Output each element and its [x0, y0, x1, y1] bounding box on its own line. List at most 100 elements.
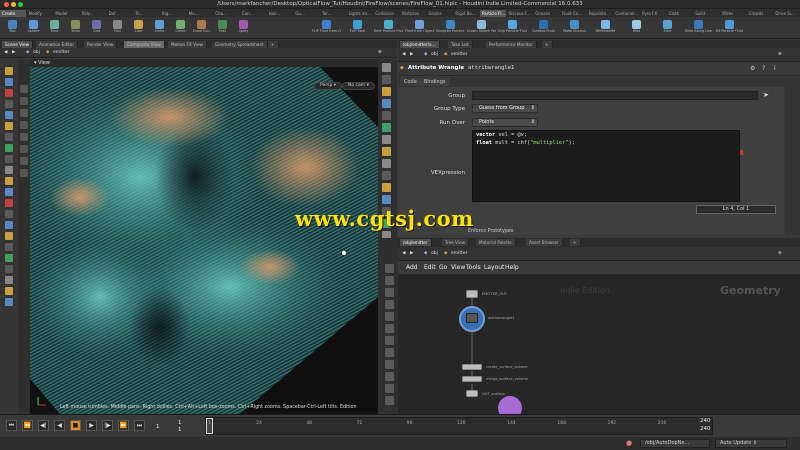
shelf-tab[interactable]: Ter... — [320, 10, 346, 17]
viewport-tool-icon[interactable] — [5, 276, 13, 284]
shelf-tab[interactable]: Grains — [427, 10, 453, 17]
next-key-button[interactable]: ⏩ — [118, 420, 129, 431]
select-tool-icon[interactable] — [20, 133, 28, 141]
vex-code-editor[interactable]: vector vel = @v; float mult = chf("multi… — [472, 130, 740, 202]
group-field[interactable] — [472, 91, 758, 100]
shelf-tab[interactable]: Viscous F... — [507, 10, 533, 17]
network-tool-icon[interactable] — [385, 372, 394, 381]
add-tab-icon[interactable]: + — [570, 239, 581, 246]
jump-start-button[interactable]: ⏮ — [6, 420, 17, 431]
path-obj[interactable]: obj — [431, 52, 438, 58]
shelf-tool[interactable]: Whitewater — [591, 19, 620, 38]
pin-icon[interactable]: ⊕ — [778, 251, 782, 257]
back-icon[interactable]: ◀ — [402, 52, 405, 58]
network-tool-icon[interactable] — [385, 276, 394, 285]
viewport-tool-icon[interactable] — [5, 254, 13, 262]
help-icon[interactable]: ? — [762, 65, 765, 72]
tab-bindings[interactable]: Bindings — [420, 78, 450, 86]
scene-viewport[interactable]: Persp ▾ No cam ▾ Left mouse tumbles. Mid… — [30, 67, 378, 414]
shelf-tab[interactable]: Modify — [27, 10, 53, 17]
network-menu-item[interactable]: Tools — [466, 264, 481, 271]
shelf-tab[interactable]: Te... — [133, 10, 159, 17]
shelf-tab[interactable]: Wires — [720, 10, 746, 17]
viewport-tool-icon[interactable] — [5, 298, 13, 306]
forward-icon[interactable]: ▶ — [12, 50, 15, 56]
network-tool-icon[interactable] — [385, 312, 394, 321]
pane-tab[interactable]: Motion FX View — [168, 41, 208, 48]
select-tool-icon[interactable] — [20, 85, 28, 93]
shelf-tool[interactable]: Fluid from Objects — [405, 19, 434, 38]
pane-tab[interactable]: Material Palette — [476, 239, 516, 246]
select-tool-icon[interactable] — [20, 145, 28, 153]
select-tool-icon[interactable] — [20, 157, 28, 165]
display-option-icon[interactable] — [382, 171, 391, 180]
end-frame[interactable]: 240 — [700, 417, 711, 425]
shelf-tab[interactable]: Drive Si... — [773, 10, 799, 17]
current-frame[interactable]: 1 — [178, 420, 182, 426]
viewport-tool-icon[interactable] — [5, 100, 13, 108]
path-emitter[interactable]: emitter — [451, 251, 468, 257]
prev-key-button[interactable]: ⏪ — [22, 420, 33, 431]
select-tool-icon[interactable] — [20, 121, 28, 129]
viewport-tool-icon[interactable] — [5, 144, 13, 152]
display-option-icon[interactable] — [382, 63, 391, 72]
node-name-field[interactable]: attribwrangle1 — [468, 65, 514, 71]
shelf-tab[interactable]: Lights an... — [347, 10, 373, 17]
viewport-tool-icon[interactable] — [5, 265, 13, 273]
shelf-tool[interactable]: Emit Particle Fluid — [374, 19, 403, 38]
path-obj[interactable]: obj — [33, 50, 40, 56]
no-cam-button[interactable]: No cam ▾ — [342, 82, 375, 90]
viewport-tool-icon[interactable] — [5, 287, 13, 295]
viewport-tool-icon[interactable] — [5, 199, 13, 207]
back-icon[interactable]: ◀ — [402, 251, 405, 257]
network-menu-item[interactable]: Edit — [424, 264, 436, 271]
viewport-tool-icon[interactable] — [5, 177, 13, 185]
viewport-tool-icon[interactable] — [5, 111, 13, 119]
network-menu-item[interactable]: Go — [439, 264, 447, 271]
viewport-tool-icon[interactable] — [5, 210, 13, 218]
shelf-tool[interactable]: Fill Particle Fluid — [715, 19, 744, 38]
shelf-tool[interactable]: Spray — [235, 19, 252, 38]
display-option-icon[interactable] — [382, 123, 391, 132]
network-menu-item[interactable]: Add — [406, 264, 418, 271]
shelf-tab[interactable]: Pyro FX — [640, 10, 666, 17]
pane-tab[interactable]: Performance Monitor — [486, 41, 537, 48]
info-icon[interactable]: i — [774, 65, 776, 72]
step-back-button[interactable]: ◀| — [38, 420, 49, 431]
shelf-tab[interactable]: Con... — [240, 10, 266, 17]
pin-icon[interactable]: ⊕ — [378, 50, 382, 56]
pane-tab[interactable]: /obj/emitter — [400, 239, 432, 246]
shelf-tab[interactable]: Collisions — [373, 10, 399, 17]
shelf-tool[interactable]: Sphere — [25, 19, 42, 38]
network-tool-icon[interactable] — [385, 348, 394, 357]
range-start[interactable]: 1 — [178, 427, 182, 433]
viewport-tool-icon[interactable] — [5, 67, 13, 75]
shelf-tab[interactable]: Particle Fl... — [480, 10, 506, 17]
network-tool-icon[interactable] — [385, 384, 394, 393]
select-tool-icon[interactable] — [20, 109, 28, 117]
shelf-tool[interactable]: Curve — [172, 19, 189, 38]
display-option-icon[interactable] — [382, 87, 391, 96]
shelf-tab[interactable]: Cloth — [667, 10, 693, 17]
network-tool-icon[interactable] — [385, 300, 394, 309]
shelf-tool[interactable]: FLIP Fluid from Object — [312, 19, 341, 38]
gear-icon[interactable]: ⚙ — [750, 65, 755, 72]
auto-update-menu[interactable]: Auto Update ⇕ — [715, 439, 787, 448]
shelf-tab[interactable]: Gu... — [293, 10, 319, 17]
shelf-tab[interactable]: Create — [0, 10, 26, 17]
shelf-tab[interactable]: Rigid Bo... — [453, 10, 479, 17]
shelf-tool[interactable]: Null — [109, 19, 126, 38]
select-tool-icon[interactable] — [20, 97, 28, 105]
pane-tab[interactable]: Tree View — [442, 239, 469, 246]
network-menu-item[interactable]: View — [451, 264, 465, 271]
pin-icon[interactable]: ⊕ — [778, 52, 782, 58]
viewport-tool-icon[interactable] — [5, 122, 13, 130]
shelf-tool[interactable]: Slide Along Line — [684, 19, 713, 38]
arrow-select-icon[interactable]: ➤ — [763, 91, 769, 99]
shelf-tool[interactable]: Path — [214, 19, 231, 38]
network-tool-icon[interactable] — [385, 288, 394, 297]
add-tab-icon[interactable]: + — [542, 41, 553, 48]
node-create-surface-volume[interactable] — [462, 364, 482, 370]
viewport-tool-icon[interactable] — [5, 166, 13, 174]
display-option-icon[interactable] — [382, 195, 391, 204]
